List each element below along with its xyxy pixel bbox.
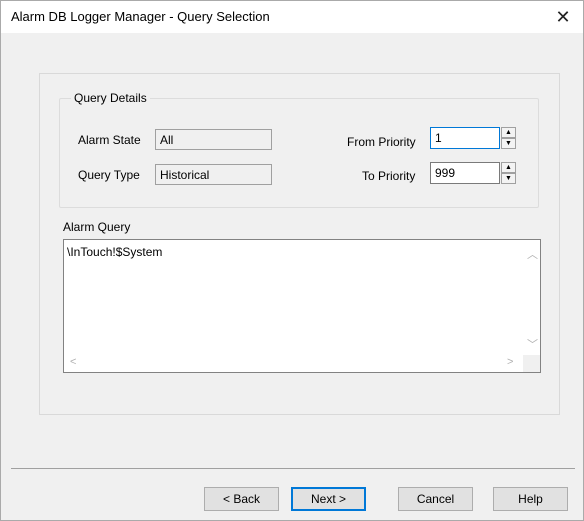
from-priority-spinner[interactable]: ▲ ▼ <box>501 127 516 149</box>
from-priority-input[interactable]: 1 <box>430 127 500 149</box>
close-button[interactable]: ✕ <box>543 1 583 33</box>
to-priority-spinner[interactable]: ▲ ▼ <box>501 162 516 184</box>
chevron-right-icon[interactable]: > <box>507 356 513 368</box>
chevron-left-icon[interactable]: < <box>70 356 76 368</box>
horizontal-scrollbar[interactable]: < > <box>64 355 525 372</box>
chevron-up-icon[interactable]: ︿ <box>527 246 538 262</box>
alarm-query-label: Alarm Query <box>63 220 131 234</box>
next-button[interactable]: Next > <box>291 487 366 511</box>
query-details-group <box>59 98 539 208</box>
triangle-down-icon: ▼ <box>505 175 512 182</box>
query-type-field: Historical <box>155 164 272 185</box>
window-title: Alarm DB Logger Manager - Query Selectio… <box>11 9 270 24</box>
alarm-query-text: \InTouch!$System <box>67 245 163 259</box>
to-priority-input[interactable]: 999 <box>430 162 500 184</box>
back-button[interactable]: < Back <box>204 487 279 511</box>
query-details-legend: Query Details <box>71 91 150 105</box>
to-priority-label: To Priority <box>362 169 416 183</box>
from-priority-label: From Priority <box>347 135 416 149</box>
alarm-state-field: All <box>155 129 272 150</box>
scrollbar-corner <box>523 355 540 372</box>
dialog-window: Alarm DB Logger Manager - Query Selectio… <box>0 0 584 521</box>
close-icon: ✕ <box>555 6 571 27</box>
chevron-down-icon[interactable]: ﹀ <box>527 336 538 352</box>
title-bar: Alarm DB Logger Manager - Query Selectio… <box>1 1 583 33</box>
button-separator <box>11 468 575 469</box>
alarm-state-label: Alarm State <box>78 133 141 147</box>
vertical-scrollbar[interactable]: ︿ ﹀ <box>523 240 540 356</box>
spin-down-button[interactable]: ▼ <box>501 173 516 184</box>
triangle-up-icon: ▲ <box>505 129 512 136</box>
query-type-label: Query Type <box>78 168 140 182</box>
alarm-query-textarea[interactable]: \InTouch!$System ︿ ﹀ < > <box>63 239 541 373</box>
cancel-button[interactable]: Cancel <box>398 487 473 511</box>
help-button[interactable]: Help <box>493 487 568 511</box>
triangle-up-icon: ▲ <box>505 164 512 171</box>
spin-up-button[interactable]: ▲ <box>501 127 516 138</box>
triangle-down-icon: ▼ <box>505 140 512 147</box>
spin-down-button[interactable]: ▼ <box>501 138 516 149</box>
spin-up-button[interactable]: ▲ <box>501 162 516 173</box>
